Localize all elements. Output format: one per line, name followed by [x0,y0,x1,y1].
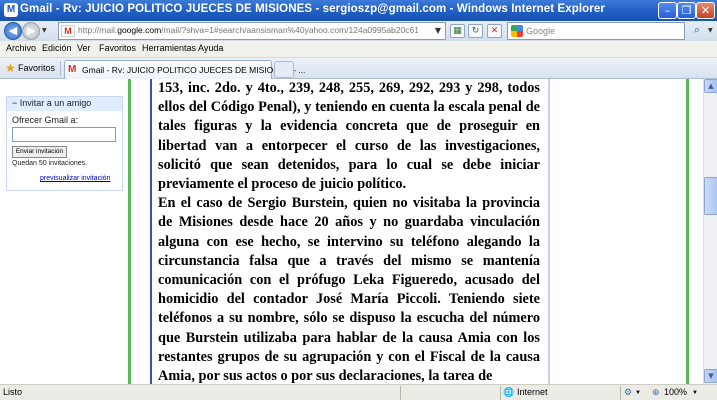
window-title-bar[interactable]: M Gmail - Rv: JUICIO POLITICO JUECES DE … [0,0,717,21]
search-icon[interactable]: ⌕ [688,23,706,39]
toolbar-divider [60,61,61,76]
refresh-icon[interactable]: ↻ [468,24,483,38]
menu-bar: Archivo Edición Ver Favoritos Herramient… [0,41,717,58]
internet-zone-icon: 🌐 [503,387,515,397]
status-divider [620,386,621,400]
menu-ver[interactable]: Ver [77,43,91,53]
search-input[interactable]: Google [526,26,555,36]
stop-icon[interactable]: ✕ [487,24,502,38]
message-border-green [128,79,131,384]
message-document: 153, inc. 2do. y 4to., 239, 248, 255, 26… [152,79,544,384]
favorites-bar: ★ Favoritos M Gmail - Rv: JUICIO POLITIC… [0,58,717,79]
minimize-icon[interactable]: – [658,2,677,19]
address-url[interactable]: http://mail.google.com/mail/?shva=1#sear… [78,25,418,35]
search-box[interactable]: Google [507,22,685,40]
back-icon[interactable]: ◀ [4,22,22,40]
address-bar[interactable]: M http://mail.google.com/mail/?shva=1#se… [58,22,446,40]
scroll-down-icon[interactable]: ▼ [704,369,717,383]
google-search-provider-icon [511,25,523,37]
navigation-toolbar: ◀ ▶ ▼ M http://mail.google.com/mail/?shv… [0,21,717,41]
invite-label: Ofrecer Gmail a: [12,115,79,125]
vertical-scrollbar[interactable]: ▲ ▼ [703,79,717,384]
compatibility-view-icon[interactable]: ▦ [450,24,465,38]
protected-mode-icon[interactable]: ⚙ [624,387,632,398]
zoom-dropdown-icon[interactable]: ▼ [692,390,698,396]
status-bar: Listo 🌐 Internet ⚙ ▼ ⊕ 100% ▼ [0,384,717,400]
gmail-app-icon: M [4,3,18,17]
zoom-level[interactable]: 100% [664,387,687,397]
search-options-icon[interactable]: ▼ [708,27,713,34]
favorites-star-icon[interactable]: ★ [5,61,16,75]
invite-friend-panel: − Invitar a un amigo Ofrecer Gmail a: En… [6,96,123,191]
forward-icon[interactable]: ▶ [22,22,40,40]
invites-remaining: Quedan 50 invitaciones. [12,160,88,167]
invite-panel-header[interactable]: − Invitar a un amigo [7,97,122,111]
menu-archivo[interactable]: Archivo [6,43,36,53]
message-border-green-right [686,79,689,384]
invite-panel-title[interactable]: − Invitar a un amigo [12,98,91,108]
scroll-up-icon[interactable]: ▲ [704,79,717,93]
document-border-right [548,79,550,384]
site-favicon-icon: M [61,25,75,37]
close-icon[interactable]: ✕ [696,2,715,19]
tab-title: Gmail - Rv: JUICIO POLITICO JUECES DE MI… [82,65,306,75]
history-dropdown-icon[interactable]: ▼ [42,27,47,34]
send-invite-button[interactable]: Enviar invitación [12,146,67,158]
browser-tab[interactable]: M Gmail - Rv: JUICIO POLITICO JUECES DE … [64,60,305,79]
address-dropdown-icon[interactable]: ▼ [432,24,444,38]
document-paragraph: En el caso de Sergio Burstein, quien no … [158,195,540,384]
zoom-icon[interactable]: ⊕ [652,387,660,398]
new-tab-button[interactable] [274,61,294,78]
document-paragraph: 153, inc. 2do. y 4to., 239, 248, 255, 26… [158,80,540,193]
menu-ayuda[interactable]: Ayuda [198,43,223,53]
window-title: Gmail - Rv: JUICIO POLITICO JUECES DE MI… [20,3,605,15]
maximize-icon[interactable]: ❐ [677,2,696,19]
invite-email-input[interactable] [12,127,116,142]
gmail-tab-icon: M [68,64,77,75]
scroll-thumb[interactable] [704,177,717,215]
preview-invite-link[interactable]: previsualizar invitación [40,175,110,182]
status-divider [500,386,501,400]
page-content: − Invitar a un amigo Ofrecer Gmail a: En… [0,79,703,384]
favorites-button[interactable]: Favoritos [18,63,55,73]
status-text: Listo [3,387,23,397]
menu-herramientas[interactable]: Herramientas [142,43,196,53]
menu-favoritos[interactable]: Favoritos [99,43,136,53]
status-divider [400,386,401,400]
protected-mode-dropdown-icon[interactable]: ▼ [635,390,641,396]
security-zone-label: Internet [517,387,548,397]
menu-edicion[interactable]: Edición [42,43,72,53]
